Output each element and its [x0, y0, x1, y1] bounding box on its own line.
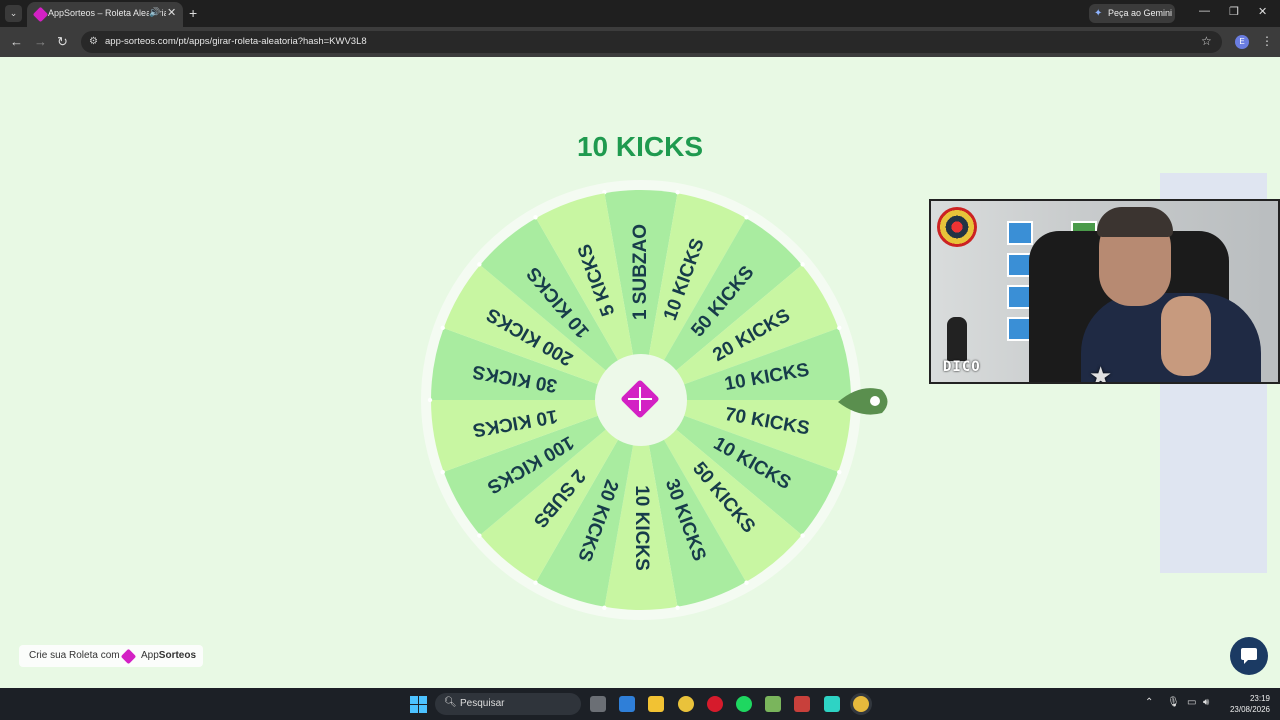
gemini-label: Peça ao Gemini: [1108, 8, 1173, 18]
volume-icon[interactable]: 🔊︎: [1203, 697, 1209, 708]
taskbar-search[interactable]: 🔍︎ Pesquisar: [435, 693, 581, 715]
dartboard-icon: [937, 207, 977, 247]
microphone-icon[interactable]: 🎙︎: [1167, 697, 1180, 708]
streamer-hand: [1161, 296, 1211, 376]
chat-button[interactable]: [1230, 637, 1268, 675]
gemini-button[interactable]: ✦ Peça ao Gemini: [1089, 4, 1175, 23]
webcam-overlay: DICO ★: [929, 199, 1280, 384]
appsorteos-favicon: [32, 6, 49, 23]
windows-taskbar: 🔍︎ Pesquisar ⌃ 🎙︎ ▭ 🔊︎ 23:19 23/08/2026: [0, 688, 1280, 720]
tab-strip: ⌄ AppSorteos – Roleta Aleatória 🔊 ✕ + ✦ …: [0, 0, 1280, 27]
brand-prefix: Crie sua Roleta com: [29, 650, 120, 661]
appsorteos-brand-link[interactable]: Crie sua Roleta com AppSorteos: [19, 645, 203, 667]
wheel-peg: [440, 469, 445, 475]
clock-time: 23:19: [1249, 694, 1270, 703]
display-icon[interactable]: ▭: [1187, 697, 1196, 708]
app-icon[interactable]: [765, 696, 781, 712]
brand-name: AppSorteos: [141, 650, 197, 661]
wheel-segment-label: 10 KICKS: [631, 485, 652, 571]
search-icon: 🔍︎: [444, 697, 457, 708]
profile-avatar[interactable]: E: [1235, 35, 1249, 49]
wheel-peg: [477, 533, 482, 538]
wheel-peg: [744, 215, 749, 220]
windows-start-icon[interactable]: [410, 696, 427, 713]
taskbar-clock[interactable]: 23:19 23/08/2026: [1222, 693, 1270, 715]
appsorteos-logo-icon: [120, 648, 137, 665]
clock-date: 23/08/2026: [1229, 705, 1270, 714]
site-info-icon[interactable]: ⚙: [89, 36, 98, 47]
wheel-segment-label: 1 SUBZAO: [630, 224, 651, 320]
wheel-peg: [477, 262, 482, 267]
speaker-icon[interactable]: 🔊: [149, 7, 161, 18]
task-view-icon[interactable]: [590, 696, 606, 712]
wheel-peg: [800, 533, 805, 538]
back-arrow-icon[interactable]: ←: [10, 34, 23, 49]
file-explorer-icon[interactable]: [648, 696, 664, 712]
app-icon[interactable]: [824, 696, 840, 712]
reload-icon[interactable]: ↻: [57, 34, 68, 50]
search-placeholder: Pesquisar: [460, 698, 505, 709]
url-text[interactable]: app-sorteos.com/pt/apps/girar-roleta-ale…: [105, 36, 367, 47]
wheel-peg: [440, 325, 445, 331]
wall-poster: [1007, 221, 1033, 245]
page-content: 10 KICKS 1 SUBZAO 10 KICKS 50 KICKS 20 KICK…: [0, 57, 1280, 688]
tab-search-button[interactable]: ⌄: [5, 5, 22, 22]
tab-close-icon[interactable]: ✕: [167, 6, 176, 19]
chat-bubble-icon: [1241, 648, 1257, 664]
soldier-silhouette: [947, 317, 967, 361]
spotify-icon[interactable]: [736, 696, 752, 712]
new-tab-button[interactable]: +: [189, 5, 197, 21]
mail-icon[interactable]: [619, 696, 635, 712]
chrome-icon[interactable]: [853, 696, 869, 712]
wheel-peg: [533, 215, 538, 220]
close-window-button[interactable]: ✕: [1258, 5, 1267, 18]
wheel-peg: [837, 469, 842, 475]
wheel-peg: [675, 190, 680, 195]
wheel-peg: [675, 605, 680, 610]
wheel-peg: [800, 262, 805, 267]
restore-button[interactable]: ❐: [1229, 5, 1239, 18]
minimize-button[interactable]: —: [1199, 5, 1210, 17]
wheel-peg: [602, 605, 607, 610]
stream-logo: DICO: [943, 359, 981, 375]
star-emblem-icon: ★: [1089, 361, 1113, 384]
gemini-sparkle-icon: ✦: [1094, 8, 1103, 19]
opera-icon[interactable]: [707, 696, 723, 712]
tray-chevron-icon[interactable]: ⌃: [1145, 697, 1153, 708]
app-icon[interactable]: [794, 696, 810, 712]
wheel-peg: [837, 325, 842, 331]
app-icon[interactable]: [678, 696, 694, 712]
browser-toolbar: ← → ↻ ⚙ app-sorteos.com/pt/apps/girar-ro…: [0, 27, 1280, 57]
bookmark-star-icon[interactable]: ☆: [1201, 34, 1212, 48]
menu-kebab-icon[interactable]: ⋮: [1261, 34, 1273, 48]
wheel-peg: [533, 580, 538, 585]
forward-arrow-icon[interactable]: →: [34, 34, 47, 49]
address-bar[interactable]: ⚙ app-sorteos.com/pt/apps/girar-roleta-a…: [81, 31, 1222, 53]
wheel-peg: [744, 580, 749, 585]
wheel-peg: [427, 397, 433, 403]
browser-tab[interactable]: AppSorteos – Roleta Aleatória 🔊 ✕: [27, 2, 183, 27]
